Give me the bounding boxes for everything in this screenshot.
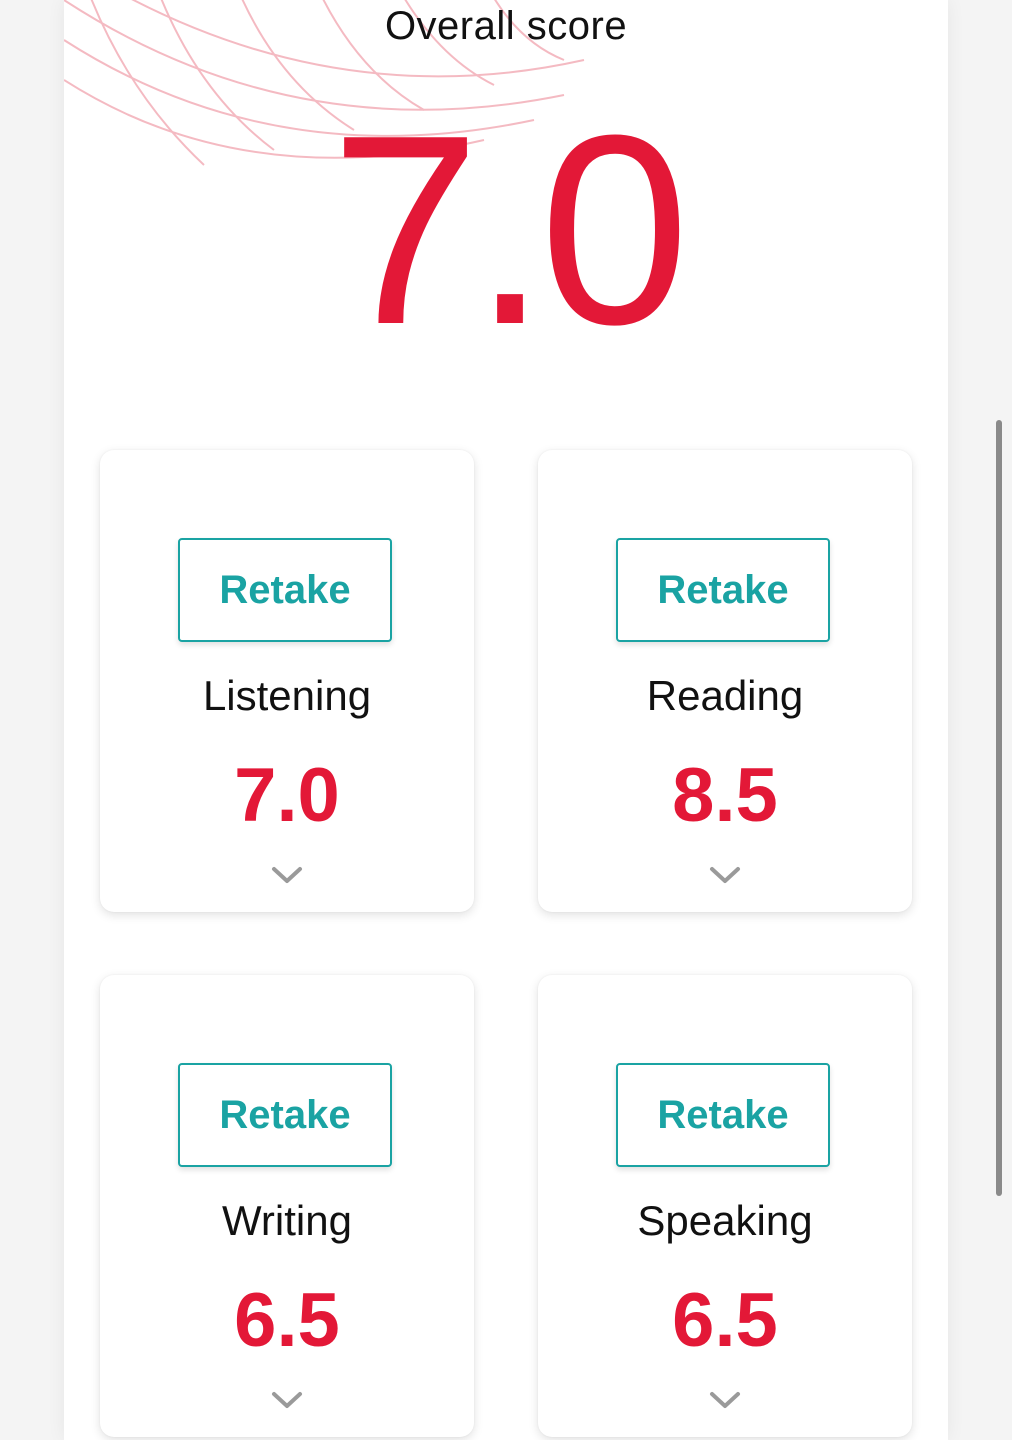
section-card-writing: Retake Writing 6.5 [100,975,474,1437]
section-card-reading: Retake Reading 8.5 [538,450,912,912]
section-name-speaking: Speaking [637,1197,813,1244]
section-score-speaking: 6.5 [672,1278,778,1363]
chevron-down-icon[interactable] [270,864,304,886]
retake-button-listening[interactable]: Retake [178,538,392,642]
section-name-reading: Reading [646,672,804,719]
section-score-listening: 7.0 [234,753,340,838]
chevron-down-icon[interactable] [270,1389,304,1411]
section-score-writing: 6.5 [234,1278,340,1363]
chevron-down-icon[interactable] [708,1389,742,1411]
section-card-speaking: Retake Speaking 6.5 [538,975,912,1437]
chevron-down-icon[interactable] [708,864,742,886]
vertical-scrollbar[interactable] [996,420,1002,1196]
section-score-reading: 8.5 [672,753,778,838]
section-name-writing: Writing [222,1197,352,1244]
section-card-listening: Retake Listening 7.0 [100,450,474,912]
results-panel: Overall score 7.0 Retake Listening 7.0 R… [64,0,948,1440]
retake-button-writing[interactable]: Retake [178,1063,392,1167]
section-name-listening: Listening [202,672,372,719]
retake-button-reading[interactable]: Retake [616,538,830,642]
retake-button-speaking[interactable]: Retake [616,1063,830,1167]
overall-score-value: 7.0 [330,80,689,381]
overall-score-title: Overall score [384,4,628,48]
